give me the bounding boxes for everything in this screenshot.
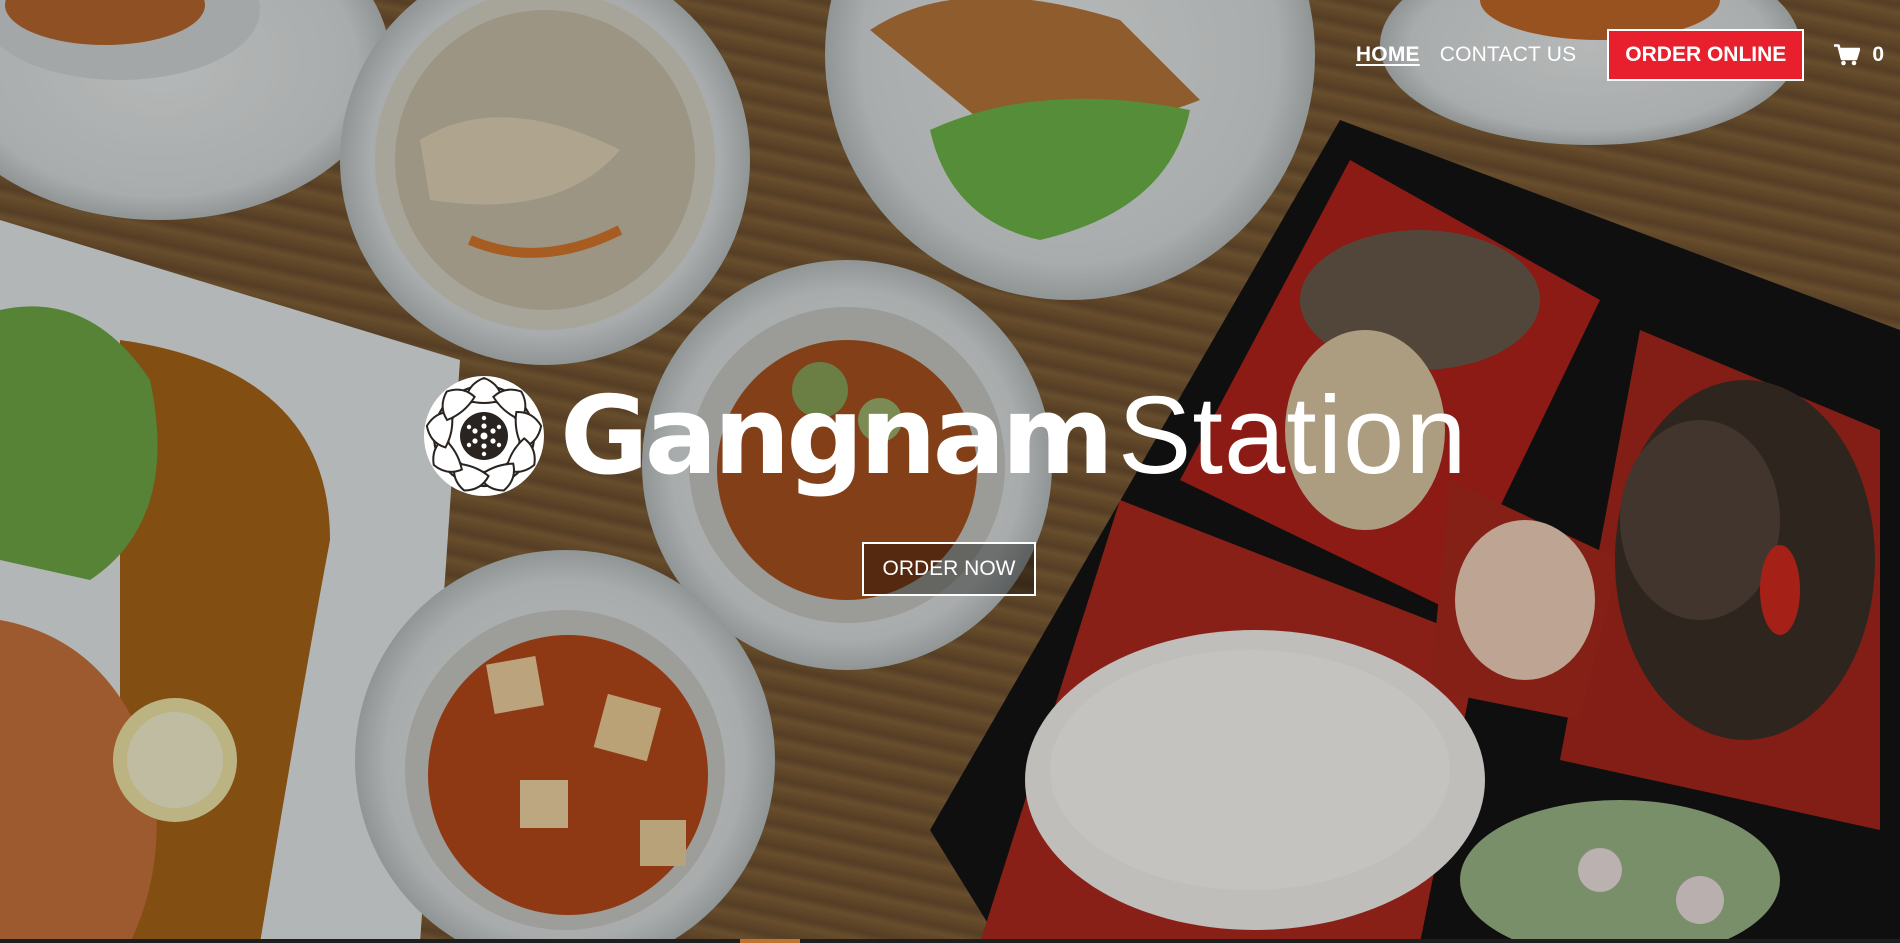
brand-name-bold: Gangnam xyxy=(560,374,1114,499)
order-now-button[interactable]: ORDER NOW xyxy=(862,542,1036,596)
nav-home-link[interactable]: HOME xyxy=(1356,43,1420,67)
cart-button[interactable]: 0 xyxy=(1834,43,1884,67)
bottom-progress-bar xyxy=(0,939,1900,943)
shopping-cart-icon xyxy=(1834,44,1861,66)
flower-emblem-icon xyxy=(424,376,544,496)
order-online-button[interactable]: ORDER ONLINE xyxy=(1607,29,1805,81)
hero-section: HOME CONTACT US ORDER ONLINE 0 Gangnam S… xyxy=(0,0,1900,943)
main-nav: HOME CONTACT US ORDER ONLINE 0 xyxy=(1356,29,1884,81)
brand-wordmark: Gangnam Station xyxy=(560,381,1468,491)
brand-name-light: Station xyxy=(1118,374,1468,497)
cart-count: 0 xyxy=(1872,43,1884,66)
bottom-progress-indicator xyxy=(740,939,800,943)
brand-logo: Gangnam Station xyxy=(418,370,1468,502)
nav-contact-link[interactable]: CONTACT US xyxy=(1440,43,1577,67)
